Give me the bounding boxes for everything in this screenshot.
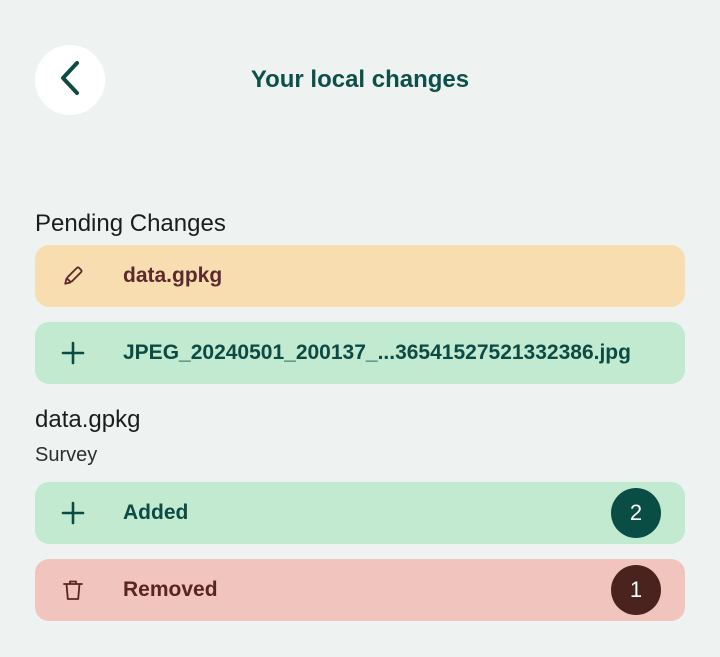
added-row[interactable]: Added 2 xyxy=(35,482,685,544)
removed-row[interactable]: Removed 1 xyxy=(35,559,685,621)
added-count-badge: 2 xyxy=(611,488,661,538)
plus-icon xyxy=(59,339,87,367)
pending-changes-heading: Pending Changes xyxy=(35,210,226,237)
removed-label: Removed xyxy=(123,578,218,601)
pencil-icon xyxy=(59,262,87,290)
plus-icon xyxy=(59,499,87,527)
page-title: Your local changes xyxy=(250,66,470,93)
trash-icon xyxy=(59,576,87,604)
pending-item-data-gpkg[interactable]: data.gpkg xyxy=(35,245,685,307)
file-title: data.gpkg xyxy=(35,406,141,433)
pending-item-label: data.gpkg xyxy=(123,264,223,287)
removed-count-badge: 1 xyxy=(611,565,661,615)
added-label: Added xyxy=(123,501,189,524)
pending-item-jpeg[interactable]: JPEG_20240501_200137_...3654152752133238… xyxy=(35,322,685,384)
file-subtitle: Survey xyxy=(35,444,98,466)
pending-item-label: JPEG_20240501_200137_...3654152752133238… xyxy=(123,341,631,364)
